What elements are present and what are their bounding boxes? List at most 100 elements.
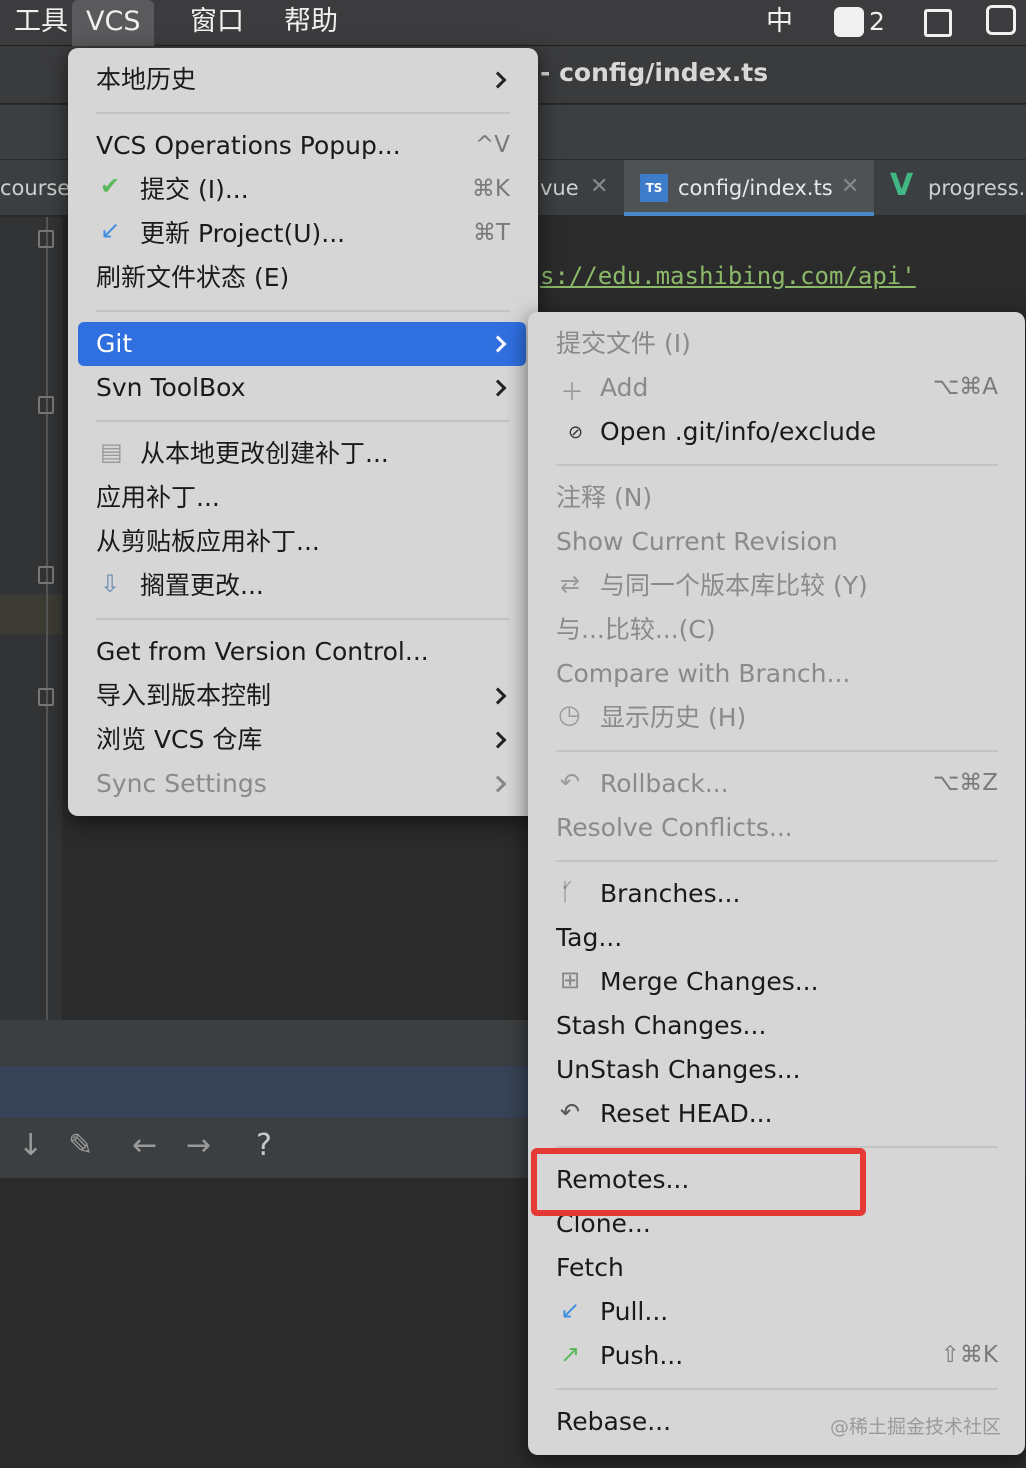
- menu-item-merge-changes[interactable]: Merge Changes...: [600, 960, 819, 1004]
- shortcut-push: ⇧⌘K: [940, 1342, 998, 1368]
- menu-item-sync-settings[interactable]: Sync Settings: [96, 762, 267, 806]
- input-method-indicator[interactable]: 中: [766, 0, 793, 46]
- arrow-down-icon[interactable]: ↓: [18, 1128, 43, 1163]
- menu-separator: [556, 860, 998, 862]
- menu-item-resolve-conflicts[interactable]: Resolve Conflicts...: [556, 806, 793, 850]
- menu-item-rollback[interactable]: Rollback...: [600, 762, 729, 806]
- tab-progress[interactable]: progress.v: [928, 160, 1026, 216]
- menu-item-rebase[interactable]: Rebase...: [556, 1400, 671, 1444]
- menu-item-pull[interactable]: Pull...: [600, 1290, 668, 1334]
- menu-item-shelve[interactable]: 搁置更改...: [140, 564, 264, 608]
- menu-item-create-patch[interactable]: 从本地更改创建补丁...: [140, 432, 389, 476]
- menu-separator: [96, 618, 510, 620]
- window-title: - config/index.ts: [540, 58, 769, 87]
- menu-separator: [556, 1388, 998, 1390]
- menu-item-apply-clipboard-patch[interactable]: 从剪贴板应用补丁...: [96, 520, 320, 564]
- menu-window[interactable]: 窗口: [176, 0, 258, 46]
- undo-icon: ↶: [560, 1098, 581, 1126]
- shortcut-update: ⌘T: [472, 220, 510, 246]
- menu-separator: [96, 112, 510, 114]
- menu-item-compare-same-repo[interactable]: 与同一个版本库比较 (Y): [600, 564, 868, 608]
- menu-item-add[interactable]: Add: [600, 366, 648, 410]
- code-string-url: s://edu.mashibing.com/api': [540, 262, 916, 290]
- close-icon[interactable]: ✕: [590, 174, 608, 199]
- shortcut-commit: ⌘K: [471, 176, 510, 202]
- menu-help[interactable]: 帮助: [270, 0, 352, 46]
- menu-item-fetch[interactable]: Fetch: [556, 1246, 624, 1290]
- arrow-down-left-icon: ↙: [560, 1296, 581, 1324]
- arrow-right-icon[interactable]: →: [186, 1128, 211, 1163]
- search-icon[interactable]: [986, 5, 1016, 35]
- menu-item-tag[interactable]: Tag...: [556, 916, 622, 960]
- menu-item-ops-popup[interactable]: VCS Operations Popup...: [96, 124, 401, 168]
- menu-item-unstash-changes[interactable]: UnStash Changes...: [556, 1048, 801, 1092]
- menu-separator: [556, 750, 998, 752]
- typescript-file-icon: TS: [640, 174, 668, 202]
- notification-icon[interactable]: [834, 7, 864, 37]
- menu-item-annotate[interactable]: 注释 (N): [556, 476, 652, 520]
- menu-item-import-vc[interactable]: 导入到版本控制: [96, 674, 271, 718]
- menu-item-update-project[interactable]: 更新 Project(U)...: [140, 212, 345, 256]
- tab-config-index-label: config/index.ts: [678, 176, 833, 200]
- blocked-icon: ⊘: [568, 422, 584, 443]
- fold-marker-icon[interactable]: [38, 396, 54, 414]
- menu-separator: [556, 464, 998, 466]
- chevron-right-icon: [489, 379, 507, 397]
- merge-icon: ⊞: [560, 966, 581, 994]
- menu-item-get-from-vc[interactable]: Get from Version Control...: [96, 630, 429, 674]
- help-button[interactable]: ?: [256, 1128, 272, 1163]
- remotes-highlight-box: [531, 1148, 866, 1216]
- menu-item-reset-head[interactable]: Reset HEAD...: [600, 1092, 773, 1136]
- menu-item-compare-branch[interactable]: Compare with Branch...: [556, 652, 850, 696]
- shortcut-rollback: ⌥⌘Z: [932, 770, 998, 796]
- menu-item-refresh-status[interactable]: 刷新文件状态 (E): [96, 256, 289, 300]
- watermark: @稀土掘金技术社区: [830, 1416, 1002, 1438]
- vcs-menu: 本地历史 VCS Operations Popup... ^V ✔ 提交 (I)…: [68, 48, 538, 816]
- gutter-fold-line: [46, 217, 48, 1020]
- vue-file-icon: V: [890, 168, 914, 203]
- arrow-up-right-icon: ↗: [560, 1340, 581, 1368]
- plus-icon: ＋: [560, 378, 584, 406]
- menu-bar: 工具 VCS 窗口 帮助 中 2: [0, 0, 1026, 46]
- notification-count: 2: [869, 7, 885, 36]
- update-arrow-icon: ↙: [100, 216, 121, 244]
- window-icon[interactable]: [924, 9, 952, 37]
- branch-icon: ᚶ: [560, 878, 575, 906]
- menu-item-commit[interactable]: 提交 (I)...: [140, 168, 249, 212]
- menu-tools[interactable]: 工具: [0, 0, 82, 46]
- fold-marker-icon[interactable]: [38, 566, 54, 584]
- chevron-right-icon: [489, 775, 507, 793]
- close-icon[interactable]: ✕: [841, 174, 859, 199]
- menu-item-push[interactable]: Push...: [600, 1334, 683, 1378]
- chevron-right-icon: [489, 71, 507, 89]
- edit-icon[interactable]: ✎: [68, 1128, 93, 1163]
- menu-item-branches[interactable]: Branches...: [600, 872, 740, 916]
- menu-item-git-label: Git: [96, 329, 133, 358]
- menu-item-compare-with[interactable]: 与...比较...(C): [556, 608, 716, 652]
- current-line-highlight: [0, 594, 62, 634]
- check-icon: ✔: [100, 172, 121, 200]
- clock-icon: ◷: [558, 700, 581, 730]
- undo-icon: ↶: [560, 768, 581, 796]
- menu-item-commit-file[interactable]: 提交文件 (I): [556, 322, 691, 366]
- patch-file-icon: ▤: [100, 438, 123, 466]
- fold-marker-icon[interactable]: [38, 688, 54, 706]
- shortcut-ops-popup: ^V: [474, 132, 510, 158]
- arrow-left-icon[interactable]: ←: [132, 1128, 157, 1163]
- menu-vcs[interactable]: VCS: [72, 0, 155, 46]
- tab-vue[interactable]: vue: [540, 160, 579, 216]
- tab-course[interactable]: course.: [0, 160, 77, 216]
- shelve-icon: ⇩: [100, 570, 121, 598]
- menu-item-apply-patch[interactable]: 应用补丁...: [96, 476, 220, 520]
- menu-item-local-history[interactable]: 本地历史: [96, 58, 196, 102]
- menu-separator: [96, 420, 510, 422]
- compare-icon: ⇄: [560, 570, 581, 598]
- menu-item-stash-changes[interactable]: Stash Changes...: [556, 1004, 766, 1048]
- menu-item-svn-toolbox[interactable]: Svn ToolBox: [96, 366, 246, 410]
- menu-item-open-exclude[interactable]: Open .git/info/exclude: [600, 410, 876, 454]
- fold-marker-icon[interactable]: [38, 230, 54, 248]
- menu-item-browse-vcs[interactable]: 浏览 VCS 仓库: [96, 718, 262, 762]
- menu-item-show-current-revision[interactable]: Show Current Revision: [556, 520, 838, 564]
- menu-item-show-history[interactable]: 显示历史 (H): [600, 696, 746, 740]
- menu-item-git[interactable]: Git: [78, 322, 526, 366]
